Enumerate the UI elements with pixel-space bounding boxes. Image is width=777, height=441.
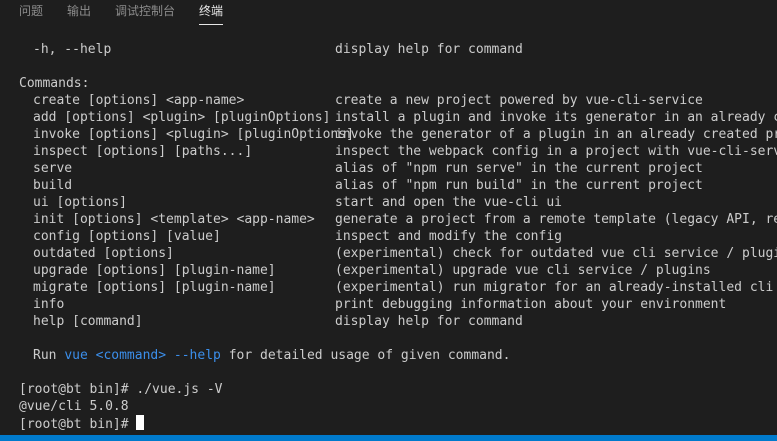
terminal-panel: 问题 输出 调试控制台 终端 -h, --help display help f…: [0, 0, 777, 441]
run-hint-vue: vue: [64, 348, 88, 363]
prompt-version-command: [root@bt bin]# ./vue.js -V: [19, 382, 223, 397]
command-name: config [options] [value]: [33, 229, 221, 244]
command-name: inspect [options] [paths...]: [33, 144, 253, 159]
tab-output[interactable]: 输出: [67, 0, 91, 30]
command-name: create [options] <app-name>: [33, 93, 245, 108]
help-option-desc: display help for command: [335, 42, 523, 57]
command-description: invoke the generator of a plugin in an a…: [335, 127, 777, 142]
help-option-cmd: -h, --help: [33, 42, 112, 57]
command-description: (experimental) check for outdated vue cl…: [335, 246, 777, 261]
run-hint-command: <command>: [95, 348, 167, 363]
command-description: generate a project from a remote templat…: [335, 212, 777, 227]
command-name: info: [33, 297, 65, 312]
command-description: print debugging information about your e…: [335, 297, 727, 312]
command-name: init [options] <template> <app-name>: [33, 212, 315, 227]
tab-terminal-label: 终端: [199, 4, 224, 18]
version-output: @vue/cli 5.0.8: [19, 399, 129, 414]
tab-debug-console[interactable]: 调试控制台: [115, 0, 175, 30]
run-hint-space: [166, 348, 174, 363]
active-tab-indicator: [199, 24, 224, 25]
terminal-cursor: [136, 415, 145, 430]
command-name: help [command]: [33, 314, 143, 329]
run-hint-prefix: Run: [33, 348, 65, 363]
command-name: outdated [options]: [33, 246, 174, 261]
tab-terminal[interactable]: 终端: [199, 0, 224, 30]
run-hint-help: --help: [173, 348, 221, 363]
command-description: create a new project powered by vue-cli-…: [335, 93, 703, 108]
command-name: add [options] <plugin> [pluginOptions]: [33, 110, 331, 125]
command-description: inspect and modify the config: [335, 229, 562, 244]
command-name: migrate [options] [plugin-name]: [33, 280, 276, 295]
tab-problems[interactable]: 问题: [19, 0, 43, 30]
status-bar: [0, 435, 777, 441]
run-hint: Run vue <command> --help for detailed us…: [33, 347, 510, 364]
prompt-text: [root@bt bin]#: [19, 417, 137, 432]
command-description: display help for command: [335, 314, 523, 329]
command-description: (experimental) run migrator for an alrea…: [335, 280, 774, 295]
command-name: serve: [33, 161, 73, 176]
command-name: build: [33, 178, 73, 193]
current-prompt: [root@bt bin]#: [19, 415, 145, 432]
commands-header: Commands:: [19, 76, 90, 91]
command-name: upgrade [options] [plugin-name]: [33, 263, 276, 278]
command-name: ui [options]: [33, 195, 127, 210]
command-description: alias of "npm run build" in the current …: [335, 178, 703, 193]
run-hint-suffix: for detailed usage of given command.: [220, 348, 511, 363]
command-description: install a plugin and invoke its generato…: [335, 110, 777, 125]
command-description: inspect the webpack config in a project …: [335, 144, 777, 159]
terminal-output[interactable]: -h, --help display help for command Comm…: [0, 30, 777, 435]
panel-tab-bar: 问题 输出 调试控制台 终端: [0, 0, 777, 30]
command-description: start and open the vue-cli ui: [335, 195, 562, 210]
command-name: invoke [options] <plugin> [pluginOptions…: [33, 127, 354, 142]
command-description: (experimental) upgrade vue cli service /…: [335, 263, 711, 278]
run-hint-space: [88, 348, 96, 363]
command-description: alias of "npm run serve" in the current …: [335, 161, 703, 176]
